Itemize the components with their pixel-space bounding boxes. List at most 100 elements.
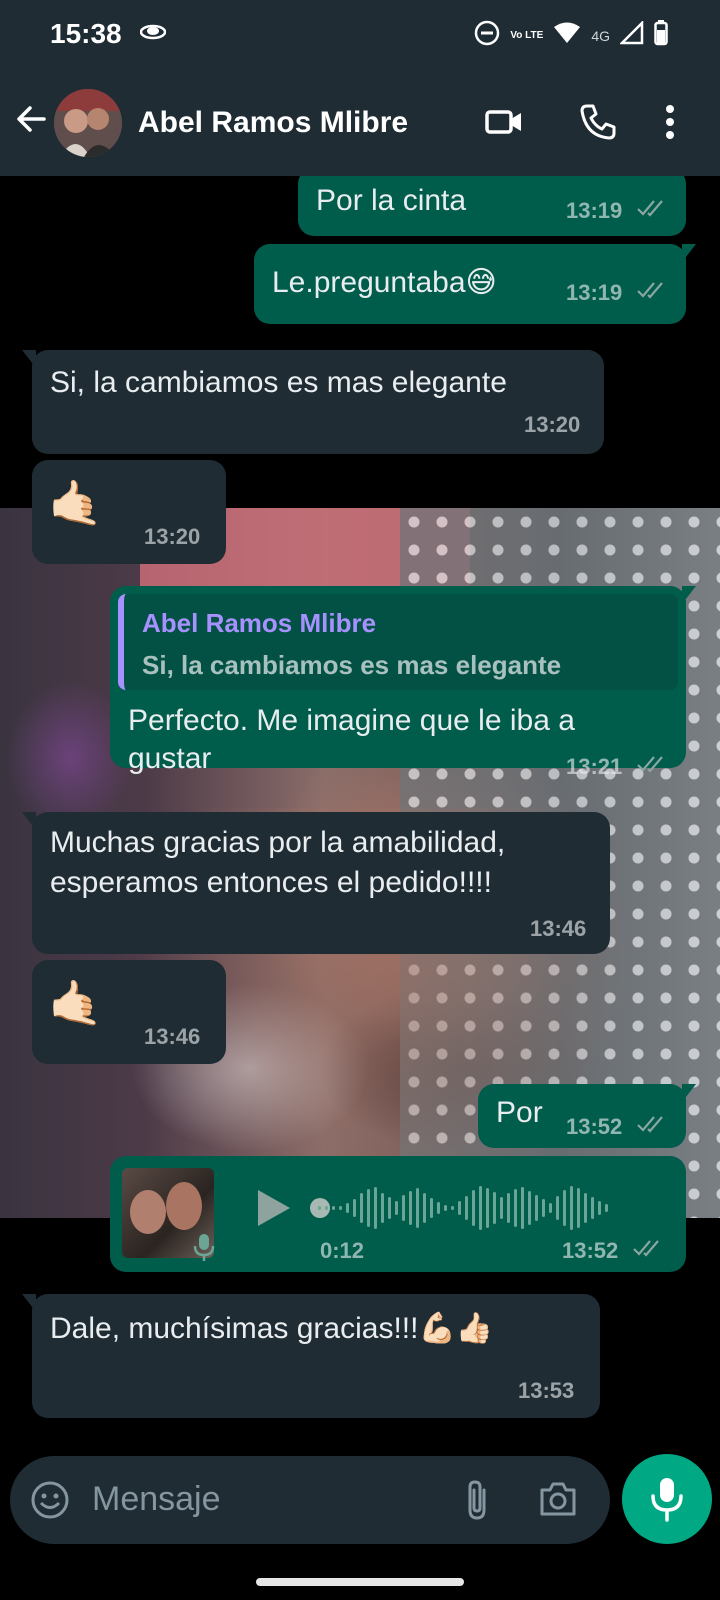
incoming-message[interactable]: Dale, muchísimas gracias!!!💪🏻👍🏻 13:53 <box>22 1294 600 1418</box>
message-time: 13:20 <box>144 524 201 549</box>
quoted-message[interactable]: Abel Ramos Mlibre Si, la cambiamos es ma… <box>118 594 678 690</box>
incoming-message[interactable]: 🤙🏻 13:46 <box>32 960 226 1064</box>
message-time: 13:52 <box>562 1238 619 1263</box>
message-text-line-2: esperamos entonces el pedido!!!! <box>50 866 492 899</box>
waveform-bar <box>444 1205 447 1211</box>
waveform-bar <box>402 1195 405 1221</box>
waveform-bar <box>549 1203 552 1213</box>
message-time: 13:46 <box>144 1024 201 1049</box>
home-gesture-handle[interactable] <box>256 1578 464 1586</box>
message-composer[interactable]: Mensaje <box>10 1456 610 1544</box>
waveform-bar <box>353 1199 356 1217</box>
voice-record-button[interactable] <box>622 1454 712 1544</box>
call-me-hand-emoji: 🤙🏻 <box>48 479 103 528</box>
mic-icon <box>192 1232 216 1267</box>
message-time: 13:19 <box>566 280 623 305</box>
waveform-bar <box>577 1188 580 1228</box>
call-me-hand-emoji: 🤙🏻 <box>48 979 103 1028</box>
incoming-message[interactable]: Si, la cambiamos es mas elegante 13:20 <box>22 350 604 454</box>
outgoing-message[interactable]: Por la cinta 13:19 <box>298 176 686 236</box>
video-call-icon[interactable] <box>484 102 524 147</box>
waveform-bar <box>458 1201 461 1215</box>
waveform-bar <box>437 1202 440 1214</box>
contact-name[interactable]: Abel Ramos Mlibre <box>138 106 408 140</box>
outgoing-message[interactable]: Por 13:52 <box>478 1084 696 1148</box>
waveform-bar <box>360 1193 363 1223</box>
quoted-text: Si, la cambiamos es mas elegante <box>142 650 562 680</box>
waveform-bar <box>486 1188 489 1228</box>
system-nav-bar <box>0 1552 720 1600</box>
outgoing-reply-message[interactable]: Abel Ramos Mlibre Si, la cambiamos es ma… <box>110 586 696 779</box>
waveform-bar <box>493 1192 496 1224</box>
dnd-icon <box>474 20 500 51</box>
waveform-bar <box>542 1199 545 1217</box>
phone-call-icon[interactable] <box>578 102 618 147</box>
waveform-bar <box>430 1198 433 1218</box>
waveform-bar <box>381 1193 384 1223</box>
message-time: 13:19 <box>566 198 623 223</box>
waveform-bar <box>451 1206 454 1210</box>
message-text: Dale, muchísimas gracias!!!💪🏻👍🏻 <box>50 1312 494 1345</box>
message-time: 13:46 <box>530 916 587 941</box>
waveform-bar <box>339 1206 342 1210</box>
waveform-bar <box>423 1193 426 1223</box>
contact-avatar[interactable] <box>54 89 122 157</box>
waveform-bar <box>535 1195 538 1221</box>
volte-icon: Vo LTE <box>510 29 544 41</box>
waveform-bar <box>388 1197 391 1219</box>
eye-icon <box>139 24 167 45</box>
waveform-bar <box>570 1186 573 1230</box>
waveform-bar <box>605 1204 608 1212</box>
waveform-bar <box>591 1197 594 1219</box>
waveform-bar <box>332 1206 335 1210</box>
read-ticks-icon <box>636 1114 670 1139</box>
chat-area[interactable]: Por la cinta 13:19 Le.preguntaba😅 13:19 … <box>0 176 720 1452</box>
waveform-bar <box>584 1193 587 1223</box>
voice-duration: 0:12 <box>320 1238 365 1263</box>
camera-icon[interactable] <box>538 1480 578 1523</box>
waveform-bar <box>514 1189 517 1227</box>
waveform-bar <box>374 1187 377 1229</box>
waveform-bar <box>416 1188 419 1228</box>
waveform[interactable] <box>318 1184 608 1232</box>
message-text: Le.preguntaba😅 <box>272 266 497 299</box>
waveform-bar <box>346 1203 349 1213</box>
play-icon[interactable] <box>256 1188 292 1233</box>
waveform-bar <box>367 1189 370 1227</box>
status-time: 15:38 <box>50 18 122 49</box>
waveform-bar <box>472 1190 475 1226</box>
read-ticks-icon <box>636 198 670 223</box>
message-time: 13:52 <box>566 1114 623 1139</box>
waveform-bar <box>563 1190 566 1226</box>
waveform-bar <box>395 1201 398 1215</box>
signal-icon <box>618 19 644 50</box>
message-time: 13:53 <box>518 1378 575 1403</box>
message-text: Por <box>496 1096 543 1129</box>
quoted-author: Abel Ramos Mlibre <box>142 608 377 638</box>
status-bar: 15:38 Vo LTE 4G <box>0 0 720 72</box>
more-vert-icon[interactable] <box>664 102 676 147</box>
waveform-bar <box>465 1196 468 1220</box>
message-input[interactable]: Mensaje <box>92 1480 221 1519</box>
message-time: 13:21 <box>566 754 623 779</box>
waveform-bar <box>507 1193 510 1223</box>
wifi-icon <box>553 21 581 50</box>
message-text-line-1: Perfecto. Me imagine que le iba a <box>128 704 575 737</box>
read-ticks-icon <box>632 1238 666 1263</box>
emoji-icon[interactable] <box>30 1480 70 1525</box>
back-arrow-icon[interactable] <box>14 102 48 141</box>
incoming-message[interactable]: 🤙🏻 13:20 <box>32 460 226 564</box>
outgoing-message[interactable]: Le.preguntaba😅 13:19 <box>254 244 696 324</box>
waveform-bar <box>325 1206 328 1210</box>
waveform-bar <box>598 1201 601 1215</box>
battery-icon <box>654 20 668 51</box>
incoming-message[interactable]: Muchas gracias por la amabilidad, espera… <box>22 812 610 954</box>
waveform-bar <box>500 1197 503 1219</box>
attach-icon[interactable] <box>462 1478 492 1527</box>
waveform-bar <box>479 1186 482 1230</box>
voice-message[interactable]: 0:12 13:52 <box>110 1156 686 1272</box>
message-text: Por la cinta <box>316 184 467 217</box>
read-ticks-icon <box>636 754 670 779</box>
waveform-bar <box>409 1191 412 1225</box>
status-icons: Vo LTE 4G <box>474 19 668 51</box>
